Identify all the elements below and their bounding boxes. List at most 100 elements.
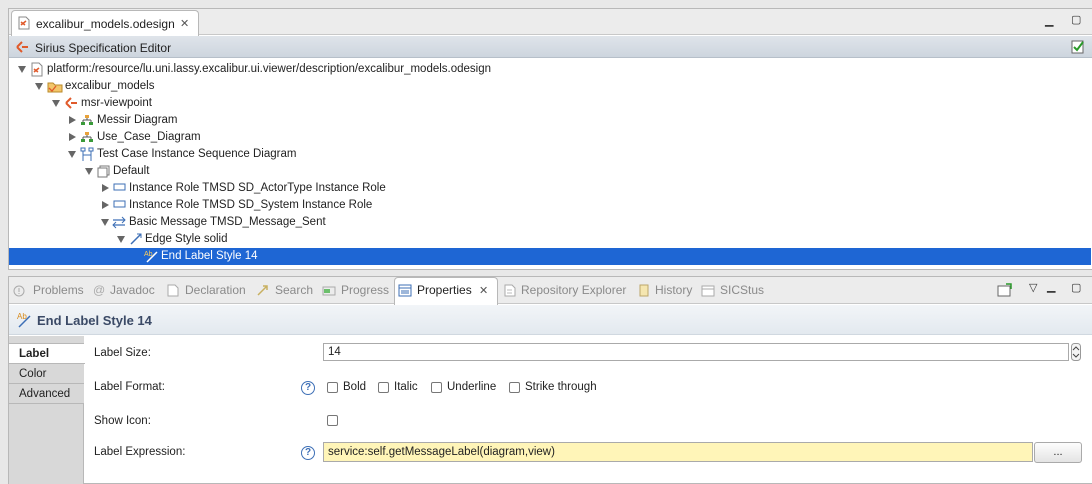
tree-item-label: Test Case Instance Sequence Diagram <box>97 148 297 160</box>
edge-style-icon <box>130 233 142 245</box>
layer-icon <box>97 165 110 178</box>
editor-tab-label: excalibur_models.odesign <box>36 17 175 31</box>
spinner-icon[interactable] <box>1071 343 1081 361</box>
label-size-input[interactable] <box>323 343 1069 361</box>
tree-item-label: Instance Role TMSD SD_ActorType Instance… <box>129 182 386 194</box>
view-menu-icon[interactable]: ▽ <box>1029 281 1037 294</box>
tree-item-label: Messir Diagram <box>97 114 178 126</box>
help-icon[interactable]: ? <box>301 446 315 460</box>
tree-item-instance-role-system[interactable]: Instance Role TMSD SD_System Instance Ro… <box>9 197 1091 214</box>
label-format-label: Label Format: <box>94 381 165 393</box>
label-expression-input[interactable] <box>323 442 1033 462</box>
search-icon <box>257 285 268 296</box>
close-tab-icon[interactable]: ✕ <box>180 17 189 30</box>
views-pane: Problems @ Javadoc Declaration Search Pr… <box>8 276 1092 484</box>
expand-icon[interactable] <box>18 66 26 73</box>
message-icon <box>112 216 126 229</box>
expand-icon[interactable] <box>117 236 125 243</box>
tree-item-label: excalibur_models <box>65 80 155 92</box>
collapse-icon[interactable] <box>102 201 109 209</box>
label-size-label: Label Size: <box>94 347 151 359</box>
tab-history[interactable]: History <box>655 283 692 297</box>
odesign-file-icon <box>31 62 43 77</box>
bold-checkbox[interactable] <box>327 382 338 393</box>
show-icon-label: Show Icon: <box>94 415 151 427</box>
tab-advanced[interactable]: Advanced <box>9 384 84 404</box>
tree-item-excalibur-models[interactable]: excalibur_models <box>9 78 1091 95</box>
tree-item-use-case-diagram[interactable]: Use_Case_Diagram <box>9 129 1091 146</box>
validate-icon[interactable] <box>1071 39 1085 54</box>
label-style-icon: Ab <box>17 312 31 328</box>
expand-icon[interactable] <box>101 219 109 226</box>
views-tab-bar: Problems @ Javadoc Declaration Search Pr… <box>9 277 1092 305</box>
bold-label: Bold <box>343 381 367 393</box>
tree-item-messir-diagram[interactable]: Messir Diagram <box>9 112 1091 129</box>
help-icon[interactable]: ? <box>301 381 315 395</box>
folder-icon <box>47 82 63 93</box>
sicstus-icon <box>701 285 715 297</box>
expand-icon[interactable] <box>85 168 93 175</box>
problems-icon <box>13 285 25 297</box>
italic-label: Italic <box>394 381 418 393</box>
tab-repository-explorer[interactable]: Repository Explorer <box>521 283 626 297</box>
tree-item-basic-message[interactable]: Basic Message TMSD_Message_Sent <box>9 214 1091 231</box>
maximize-icon[interactable]: ▢ <box>1071 13 1081 26</box>
tree-item-label: Default <box>113 165 150 177</box>
tab-problems[interactable]: Problems <box>33 283 84 297</box>
collapse-icon[interactable] <box>69 133 76 141</box>
strike-through-label: Strike through <box>525 381 597 393</box>
expand-icon[interactable] <box>52 100 60 107</box>
tree-item-label: End Label Style 14 <box>161 250 258 262</box>
history-icon <box>639 284 649 297</box>
diagram-icon <box>81 115 93 125</box>
label-expression-label: Label Expression: <box>94 446 186 458</box>
tree-item-instance-role-actortype[interactable]: Instance Role TMSD SD_ActorType Instance… <box>9 180 1091 197</box>
properties-icon <box>398 284 412 297</box>
tree-item-label: Edge Style solid <box>145 233 228 245</box>
collapse-icon[interactable] <box>102 184 109 192</box>
tree-item-test-case-sequence-diagram[interactable]: Test Case Instance Sequence Diagram <box>9 146 1091 163</box>
underline-label: Underline <box>447 381 497 393</box>
tree-item-edge-style[interactable]: Edge Style solid <box>9 231 1091 248</box>
tab-javadoc[interactable]: Javadoc <box>110 283 155 297</box>
minimize-icon[interactable]: ▁ <box>1045 14 1053 27</box>
strike-through-checkbox[interactable] <box>509 382 520 393</box>
collapse-icon[interactable] <box>69 116 76 124</box>
pin-view-icon[interactable] <box>997 283 1013 297</box>
maximize-icon[interactable]: ▢ <box>1071 281 1081 294</box>
tree-item-label: Instance Role TMSD SD_System Instance Ro… <box>129 199 373 211</box>
italic-checkbox[interactable] <box>378 382 389 393</box>
editor-tab-excalibur-models[interactable]: excalibur_models.odesign ✕ <box>11 10 199 36</box>
browse-expression-button[interactable]: ... <box>1034 442 1082 463</box>
tree-item-end-label-style[interactable]: Ab End Label Style 14 <box>9 248 1091 265</box>
tree-item-default-layer[interactable]: Default <box>9 163 1091 180</box>
tab-sicstus[interactable]: SICStus <box>720 283 764 297</box>
close-tab-icon[interactable]: ✕ <box>479 284 488 297</box>
label-style-icon: Ab <box>144 251 158 263</box>
underline-checkbox[interactable] <box>431 382 442 393</box>
tree-item-label: msr-viewpoint <box>81 97 152 109</box>
tree-item-label: platform:/resource/lu.uni.lassy.excalibu… <box>47 63 492 75</box>
tree-item-label: Basic Message TMSD_Message_Sent <box>129 216 326 228</box>
tab-progress[interactable]: Progress <box>341 283 389 297</box>
tab-label[interactable]: Label <box>9 344 85 364</box>
expand-icon[interactable] <box>35 83 43 90</box>
tab-properties[interactable]: Properties <box>417 283 472 297</box>
tree-item-label: Use_Case_Diagram <box>97 131 201 143</box>
property-section-tabs: Label Color Advanced <box>9 336 85 484</box>
properties-title: End Label Style 14 <box>37 313 152 328</box>
sirius-icon <box>16 41 28 53</box>
tab-search[interactable]: Search <box>275 283 313 297</box>
instance-role-icon <box>113 183 126 191</box>
minimize-icon[interactable]: ▁ <box>1047 280 1055 293</box>
tree-item-odesign-resource[interactable]: platform:/resource/lu.uni.lassy.excalibu… <box>9 61 1091 78</box>
specification-editor-header: Sirius Specification Editor <box>9 36 1092 58</box>
diagram-icon <box>81 132 93 142</box>
tree-item-msr-viewpoint[interactable]: msr-viewpoint <box>9 95 1091 112</box>
editor-tab-bar: excalibur_models.odesign ✕ ▁ ▢ <box>9 9 1092 36</box>
tab-color[interactable]: Color <box>9 364 84 384</box>
tab-declaration[interactable]: Declaration <box>185 283 246 297</box>
tab-spacer <box>9 336 84 344</box>
expand-icon[interactable] <box>68 151 76 158</box>
show-icon-checkbox[interactable] <box>327 415 338 426</box>
